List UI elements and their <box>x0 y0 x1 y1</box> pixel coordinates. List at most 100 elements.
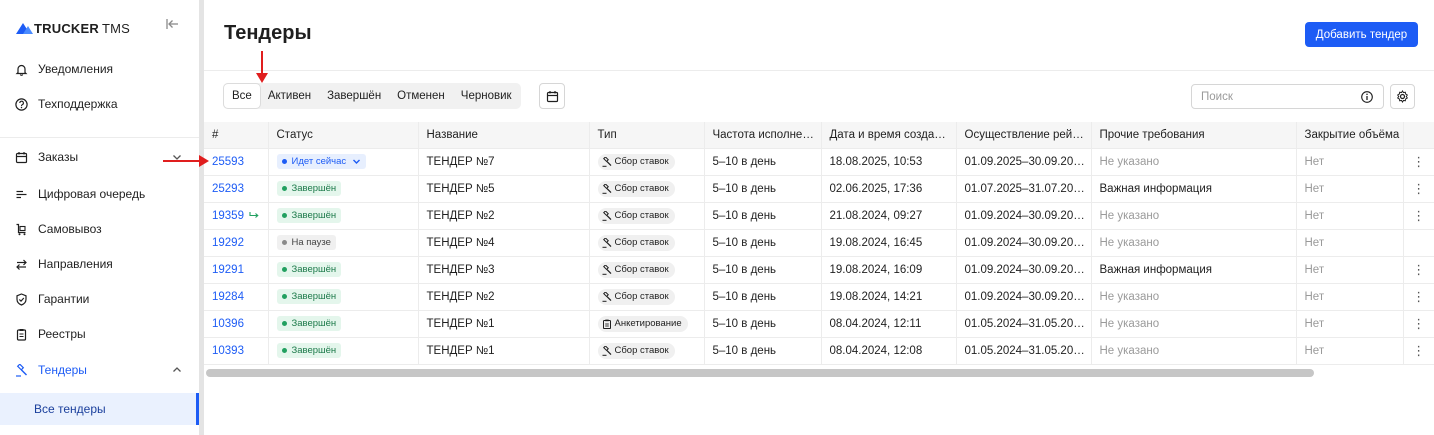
status-badge[interactable]: Идет сейчас <box>276 154 367 169</box>
kebab-menu-icon[interactable]: ⋮ <box>1412 262 1425 277</box>
cell-frequency: 5–10 в день <box>704 337 822 365</box>
cell-frequency: 5–10 в день <box>704 148 822 176</box>
tab-active[interactable]: Активен <box>260 84 319 108</box>
search-input[interactable] <box>1191 84 1384 109</box>
cell-period: 01.05.2024–31.05.20… <box>956 337 1092 365</box>
column-header-status[interactable]: Статус <box>268 122 419 149</box>
sidebar-item-label: Направления <box>38 257 113 271</box>
sidebar-item-tenders[interactable]: Тендеры <box>0 353 199 387</box>
column-header-requirements[interactable]: Прочие требования <box>1091 122 1297 149</box>
calendar-icon <box>546 90 558 102</box>
collapse-sidebar-button[interactable] <box>163 17 181 35</box>
cell-created: 02.06.2025, 17:36 <box>821 175 957 203</box>
table-row[interactable]: 19359 Завершён ТЕНДЕР №2 Сбор ставок 5–10 в … <box>204 202 1434 230</box>
tab-draft[interactable]: Черновик <box>453 84 520 108</box>
column-header-volume-close[interactable]: Закрытие объёма <box>1296 122 1404 149</box>
status-label: Завершён <box>291 291 337 302</box>
table-row[interactable]: 19291 Завершён ТЕНДЕР №3 Сбор ставок 5–10 в … <box>204 256 1434 284</box>
kebab-menu-icon[interactable]: ⋮ <box>1412 208 1425 223</box>
cell-name: ТЕНДЕР №2 <box>418 202 590 230</box>
tender-id-link[interactable]: 19359 <box>212 210 244 222</box>
cell-type: Сбор ставок <box>589 283 705 311</box>
cell-requirements: Не указано <box>1091 229 1297 257</box>
kebab-menu-icon[interactable]: ⋮ <box>1412 343 1425 358</box>
collapse-left-icon <box>165 19 178 29</box>
chevron-up-icon <box>173 367 181 372</box>
gavel-icon <box>602 156 611 167</box>
status-label: Завершён <box>291 264 337 275</box>
status-badge: Завершён <box>276 262 342 277</box>
kebab-menu-icon[interactable]: ⋮ <box>1412 316 1425 331</box>
type-pill: Сбор ставок <box>597 153 675 170</box>
sidebar-item-notifications[interactable]: Уведомления <box>0 52 199 86</box>
sidebar-item-directions[interactable]: Направления <box>0 247 199 281</box>
sidebar-item-support[interactable]: Техподдержка <box>0 87 199 121</box>
table-row[interactable]: 19292 На паузе ТЕНДЕР №4 Сбор ставок 5–10 в … <box>204 229 1434 257</box>
column-header-type[interactable]: Тип <box>589 122 705 149</box>
annotation-arrow-right <box>163 155 209 167</box>
cell-frequency: 5–10 в день <box>704 175 822 203</box>
add-tender-button[interactable]: Добавить тендер <box>1305 22 1418 47</box>
tender-id-link[interactable]: 10393 <box>212 345 244 357</box>
cell-volume-close: Нет <box>1296 175 1404 203</box>
status-badge: Завершён <box>276 343 342 358</box>
sidebar-item-guarantees[interactable]: Гарантии <box>0 282 199 316</box>
tender-id-link[interactable]: 25593 <box>212 156 244 168</box>
tab-cancelled[interactable]: Отменен <box>389 84 453 108</box>
gear-icon <box>1396 90 1409 103</box>
logo[interactable]: TRUCKER TMS <box>16 21 130 36</box>
tab-all[interactable]: Все <box>224 84 260 108</box>
tab-completed[interactable]: Завершён <box>319 84 389 108</box>
status-dot-icon <box>281 159 287 164</box>
cell-id: 19284 <box>204 283 269 311</box>
table-row[interactable]: 10396 Завершён ТЕНДЕР №1 Анкетирование 5–10 … <box>204 310 1434 338</box>
status-badge: Завершён <box>276 181 342 196</box>
tender-id-link[interactable]: 19292 <box>212 237 244 249</box>
sidebar-item-orders[interactable]: Заказы <box>0 140 199 174</box>
tender-id-link[interactable]: 19284 <box>212 291 244 303</box>
cell-requirements: Важная информация <box>1091 256 1297 284</box>
table-row[interactable]: 10393 Завершён ТЕНДЕР №1 Сбор ставок 5–10 в … <box>204 337 1434 365</box>
cell-actions: ⋮ <box>1403 256 1434 284</box>
column-header-frequency[interactable]: Частота исполне… <box>704 122 822 149</box>
help-circle-icon <box>14 97 28 111</box>
kebab-menu-icon[interactable]: ⋮ <box>1412 289 1425 304</box>
date-filter-button[interactable] <box>539 83 565 109</box>
tender-id-link[interactable]: 19291 <box>212 264 244 276</box>
kebab-menu-icon[interactable]: ⋮ <box>1412 154 1425 169</box>
tender-id-link[interactable]: 10396 <box>212 318 244 330</box>
sidebar-item-digital-queue[interactable]: Цифровая очередь <box>0 177 199 211</box>
info-icon[interactable] <box>1361 91 1373 103</box>
header-divider <box>204 70 1434 71</box>
sidebar-item-label: Гарантии <box>38 292 90 306</box>
status-label: Завершён <box>291 210 337 221</box>
table-row[interactable]: 19284 Завершён ТЕНДЕР №2 Сбор ставок 5–10 в … <box>204 283 1434 311</box>
table-row[interactable]: 25293 Завершён ТЕНДЕР №5 Сбор ставок 5–10 в … <box>204 175 1434 203</box>
cell-frequency: 5–10 в день <box>704 202 822 230</box>
column-header-name[interactable]: Название <box>418 122 590 149</box>
sidebar-subitem-all-tenders[interactable]: Все тендеры <box>0 393 199 425</box>
kebab-menu-icon[interactable]: ⋮ <box>1412 181 1425 196</box>
horizontal-scrollbar[interactable] <box>206 369 1314 377</box>
table-settings-button[interactable] <box>1390 84 1415 109</box>
type-pill: Сбор ставок <box>597 342 675 359</box>
sidebar: TRUCKER TMS Уведомления Техподдержка Зак… <box>0 0 201 435</box>
type-pill: Сбор ставок <box>597 261 675 278</box>
logo-triangle-icon <box>16 23 33 34</box>
sidebar-item-pickup[interactable]: Самовывоз <box>0 212 199 246</box>
column-header-id[interactable]: # <box>204 122 269 149</box>
cell-type: Сбор ставок <box>589 256 705 284</box>
tender-id-link[interactable]: 25293 <box>212 183 244 195</box>
sidebar-item-label: Тендеры <box>38 363 87 377</box>
main-content: Тендеры Добавить тендер Все Активен Заве… <box>204 0 1434 435</box>
cell-actions: ⋮ <box>1403 175 1434 203</box>
cell-id: 10396 <box>204 310 269 338</box>
column-header-period[interactable]: Осуществление рей… <box>956 122 1092 149</box>
type-label: Анкетирование <box>614 318 682 329</box>
sidebar-item-registers[interactable]: Реестры <box>0 317 199 351</box>
cell-status: Завершён <box>268 256 419 284</box>
table-row[interactable]: 25593 Идет сейчас ТЕНДЕР №7 Сбор ставок 5–10… <box>204 148 1434 176</box>
annotation-arrow-down <box>256 51 268 83</box>
column-header-created[interactable]: Дата и время созда… <box>821 122 957 149</box>
status-tabs: Все Активен Завершён Отменен Черновик <box>223 83 521 109</box>
